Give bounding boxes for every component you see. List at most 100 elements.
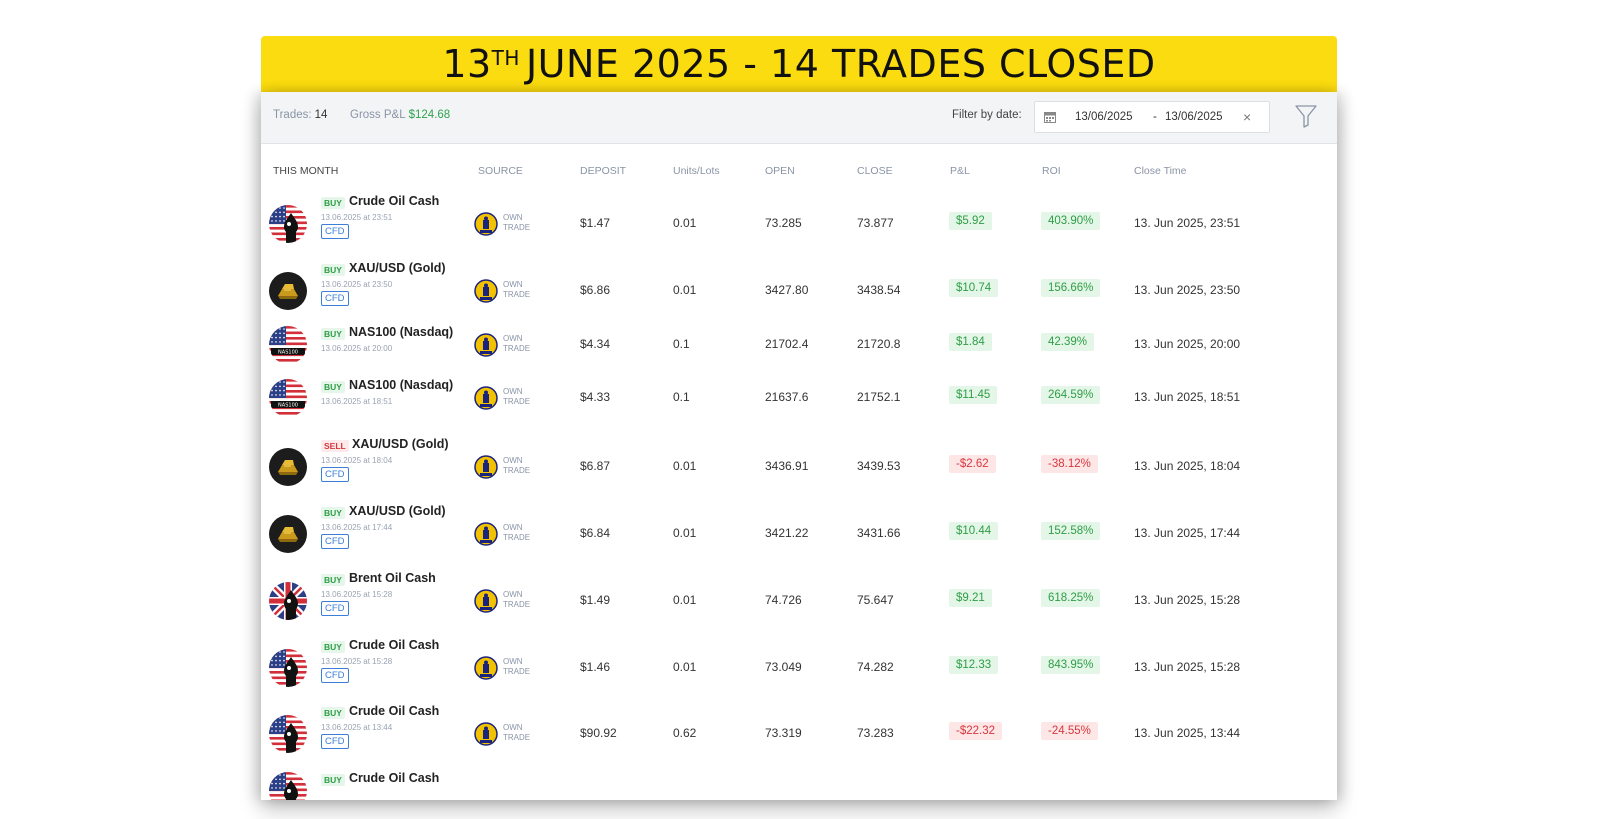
instrument-name[interactable]: XAU/USD (Gold): [352, 437, 449, 451]
cfd-badge: CFD: [321, 668, 349, 683]
column-header-deposit[interactable]: DEPOSIT: [580, 165, 626, 177]
close-price: 73.283: [857, 726, 894, 740]
column-header-open[interactable]: OPEN: [765, 165, 795, 177]
instrument-name[interactable]: NAS100 (Nasdaq): [349, 325, 453, 339]
trades-count-value: 14: [314, 109, 328, 121]
trades-panel: Trades: 14 Gross P&L $124.68 Filter by dat…: [261, 92, 1337, 800]
side-badge: BUY: [321, 774, 345, 786]
deposit-value: $6.87: [580, 459, 611, 473]
table-row[interactable]: BUY XAU/USD (Gold) 13.06.2025 at 17:44 CFD O…: [261, 504, 1337, 564]
side-badge: BUY: [321, 707, 345, 719]
gross-pnl: Gross P&L $124.68: [350, 109, 450, 121]
close-time: 13. Jun 2025, 17:44: [1134, 526, 1241, 540]
source-label: OWN TRADE: [503, 334, 543, 354]
open-price: 73.285: [765, 216, 802, 230]
instrument-name[interactable]: NAS100 (Nasdaq): [349, 378, 453, 392]
instrument-name[interactable]: Brent Oil Cash: [349, 571, 436, 585]
source-label-line2: TRADE: [503, 223, 531, 232]
clear-date-icon[interactable]: ×: [1243, 109, 1251, 125]
open-timestamp: 13.06.2025 at 20:00: [321, 344, 393, 353]
close-price: 75.647: [857, 593, 894, 607]
open-timestamp: 13.06.2025 at 23:50: [321, 280, 393, 289]
us-flag-oil-icon: [269, 649, 307, 687]
instrument-name[interactable]: Crude Oil Cash: [349, 638, 439, 652]
us-flag-oil-icon: [269, 715, 307, 753]
roi-value: 42.39%: [1041, 333, 1095, 351]
close-time: 13. Jun 2025, 18:51: [1134, 390, 1241, 404]
date-separator: -: [1153, 111, 1157, 123]
close-time: 13. Jun 2025, 15:28: [1134, 593, 1241, 607]
table-row[interactable]: BUY Crude Oil Cash 13.06.2025 at 23:51 CFD O…: [261, 194, 1337, 254]
pnl-value: -$2.62: [949, 455, 996, 473]
trades-count: Trades: 14: [273, 109, 327, 121]
close-price: 3438.54: [857, 283, 901, 297]
cfd-badge: CFD: [321, 534, 349, 549]
gold-bars-icon: [269, 515, 307, 553]
open-price: 73.049: [765, 660, 802, 674]
open-price: 3421.22: [765, 526, 809, 540]
open-timestamp: 13.06.2025 at 15:28: [321, 657, 393, 666]
column-header-units[interactable]: Units/Lots: [673, 165, 720, 177]
deposit-value: $6.86: [580, 283, 611, 297]
pnl-value: -$22.32: [949, 722, 1003, 740]
units-value: 0.62: [673, 726, 697, 740]
table-row[interactable]: NAS100 BUY NAS100 (Nasdaq) 13.06.2025 at 18…: [261, 378, 1337, 438]
source-label: OWN TRADE: [503, 523, 543, 543]
column-header-pnl[interactable]: P&L: [950, 165, 970, 177]
source-label-line1: OWN: [503, 213, 523, 222]
column-header-close[interactable]: CLOSE: [857, 165, 893, 177]
source-label: OWN TRADE: [503, 280, 543, 300]
source-label: OWN TRADE: [503, 456, 543, 476]
own-trade-logo-icon: [474, 386, 498, 410]
date-from[interactable]: 13/06/2025: [1075, 111, 1133, 123]
pnl-value: $10.74: [949, 279, 999, 297]
table-row[interactable]: BUY Brent Oil Cash 13.06.2025 at 15:28 CFD O…: [261, 571, 1337, 631]
column-header-close-time[interactable]: Close Time: [1134, 165, 1187, 177]
roi-value: 156.66%: [1041, 279, 1101, 297]
source-label: OWN TRADE: [503, 387, 543, 407]
roi-value: 264.59%: [1041, 386, 1101, 404]
pnl-value: $1.84: [949, 333, 992, 351]
close-time: 13. Jun 2025, 15:28: [1134, 660, 1241, 674]
close-time: 13. Jun 2025, 23:50: [1134, 283, 1241, 297]
roi-value: 843.95%: [1041, 656, 1101, 674]
own-trade-logo-icon: [474, 455, 498, 479]
us-flag-oil-icon: [269, 772, 307, 800]
table-row[interactable]: BUY Crude Oil Cash 13.06.2025 at 13:44 CFD O…: [261, 704, 1337, 764]
filter-funnel-icon[interactable]: [1295, 104, 1317, 128]
pnl-value: $10.44: [949, 522, 999, 540]
table-row[interactable]: BUY Crude Oil Cash 13.06.2025 at 15:28 CFD O…: [261, 638, 1337, 698]
date-range-picker[interactable]: 13/06/2025 - 13/06/2025 ×: [1034, 101, 1270, 133]
table-row[interactable]: SELL XAU/USD (Gold) 13.06.2025 at 18:04 CFD…: [261, 437, 1337, 497]
source-label: OWN TRADE: [503, 657, 543, 677]
banner-day-suffix: TH: [491, 46, 520, 70]
close-price: 3431.66: [857, 526, 901, 540]
source-label-line2: TRADE: [503, 290, 531, 299]
table-row[interactable]: BUY Crude Oil Cash: [261, 771, 1337, 800]
source-label-line2: TRADE: [503, 733, 531, 742]
source-label-line1: OWN: [503, 387, 523, 396]
cfd-badge: CFD: [321, 734, 349, 749]
open-price: 21702.4: [765, 337, 809, 351]
instrument-name[interactable]: Crude Oil Cash: [349, 704, 439, 718]
open-timestamp: 13.06.2025 at 18:04: [321, 456, 393, 465]
instrument-name[interactable]: XAU/USD (Gold): [349, 504, 446, 518]
side-badge: BUY: [321, 507, 345, 519]
own-trade-logo-icon: [474, 656, 498, 680]
instrument-name[interactable]: Crude Oil Cash: [349, 194, 439, 208]
table-row[interactable]: NAS100 BUY NAS100 (Nasdaq) 13.06.2025 at 20…: [261, 325, 1337, 385]
column-header-source[interactable]: SOURCE: [478, 165, 523, 177]
column-header-period: THIS MONTH: [273, 165, 339, 177]
svg-text:NAS100: NAS100: [278, 403, 298, 409]
us-flag-nas100-icon: NAS100: [269, 379, 307, 417]
instrument-name[interactable]: Crude Oil Cash: [349, 771, 439, 785]
date-to[interactable]: 13/06/2025: [1165, 111, 1223, 123]
column-header-roi[interactable]: ROI: [1042, 165, 1061, 177]
own-trade-logo-icon: [474, 522, 498, 546]
gross-pnl-label: Gross P&L: [350, 109, 406, 121]
trades-count-label: Trades:: [273, 109, 312, 121]
table-row[interactable]: BUY XAU/USD (Gold) 13.06.2025 at 23:50 CFD O…: [261, 261, 1337, 321]
svg-text:NAS100: NAS100: [278, 350, 298, 356]
instrument-name[interactable]: XAU/USD (Gold): [349, 261, 446, 275]
roi-value: 152.58%: [1041, 522, 1101, 540]
